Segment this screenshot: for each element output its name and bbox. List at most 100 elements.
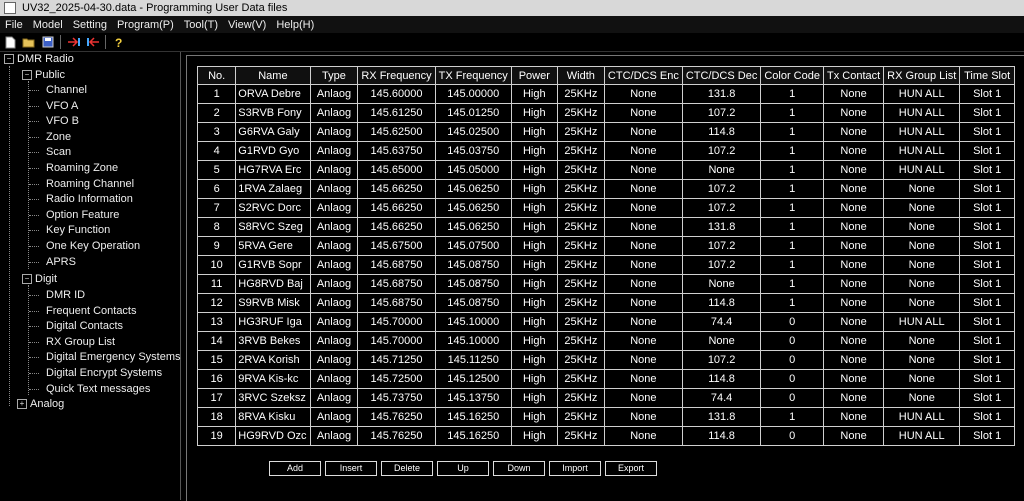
tree-item-digital-contacts[interactable]: Digital Contacts bbox=[46, 319, 123, 334]
table-cell[interactable]: Anlaog bbox=[309, 84, 359, 104]
table-cell[interactable]: 0 bbox=[760, 388, 824, 408]
table-cell[interactable]: 5 bbox=[197, 160, 237, 180]
table-cell[interactable]: 145.76250 bbox=[357, 426, 436, 446]
table-cell[interactable]: 145.03750 bbox=[434, 141, 512, 161]
table-cell[interactable]: 1RVA Zalaeg bbox=[235, 179, 311, 199]
table-cell[interactable]: Anlaog bbox=[309, 217, 359, 237]
table-cell[interactable]: None bbox=[603, 274, 683, 294]
table-cell[interactable]: S2RVC Dorc bbox=[235, 198, 311, 218]
table-cell[interactable]: Slot 1 bbox=[959, 293, 1015, 313]
table-cell[interactable]: Slot 1 bbox=[959, 350, 1015, 370]
table-cell[interactable]: 25KHz bbox=[556, 141, 605, 161]
import-button[interactable]: Import bbox=[549, 461, 601, 476]
table-cell[interactable]: HG8RVD Baj bbox=[235, 274, 311, 294]
table-cell[interactable]: High bbox=[510, 84, 558, 104]
table-cell[interactable]: Anlaog bbox=[309, 122, 359, 142]
table-cell[interactable]: 9RVA Kis-kc bbox=[235, 369, 311, 389]
table-cell[interactable]: HUN ALL bbox=[883, 141, 961, 161]
table-cell[interactable]: 25KHz bbox=[556, 255, 605, 275]
table-cell[interactable]: None bbox=[603, 198, 683, 218]
table-cell[interactable]: 145.00000 bbox=[434, 84, 512, 104]
table-cell[interactable]: 145.08750 bbox=[434, 255, 512, 275]
table-cell[interactable]: 19 bbox=[197, 426, 237, 446]
table-cell[interactable]: Slot 1 bbox=[959, 84, 1015, 104]
table-cell[interactable]: HUN ALL bbox=[883, 122, 961, 142]
table-cell[interactable]: High bbox=[510, 179, 558, 199]
table-cell[interactable]: None bbox=[883, 274, 961, 294]
export-button[interactable]: Export bbox=[605, 461, 657, 476]
table-cell[interactable]: 145.06250 bbox=[434, 198, 512, 218]
table-cell[interactable]: None bbox=[883, 388, 961, 408]
table-row[interactable]: 8 S8RVC Szeg Anlaog 145.66250 145.06250 High 2… bbox=[197, 217, 1015, 237]
table-cell[interactable]: High bbox=[510, 255, 558, 275]
table-cell[interactable]: G6RVA Galy bbox=[235, 122, 311, 142]
table-cell[interactable]: High bbox=[510, 312, 558, 332]
table-cell[interactable]: None bbox=[822, 141, 885, 161]
table-cell[interactable]: 7 bbox=[197, 198, 237, 218]
column-header[interactable]: RX Frequency bbox=[357, 66, 436, 85]
column-header[interactable]: Type bbox=[309, 66, 359, 85]
column-header[interactable]: Color Code bbox=[760, 66, 824, 85]
table-cell[interactable]: None bbox=[822, 331, 885, 351]
table-cell[interactable]: High bbox=[510, 331, 558, 351]
table-cell[interactable]: None bbox=[603, 160, 683, 180]
table-cell[interactable]: Slot 1 bbox=[959, 198, 1015, 218]
table-cell[interactable]: 145.08750 bbox=[434, 293, 512, 313]
table-row[interactable]: 16 9RVA Kis-kc Anlaog 145.72500 145.12500 Hig… bbox=[197, 369, 1015, 389]
table-cell[interactable]: 25KHz bbox=[556, 84, 605, 104]
tree-item-vfo-a[interactable]: VFO A bbox=[46, 99, 78, 114]
delete-button[interactable]: Delete bbox=[381, 461, 433, 476]
table-cell[interactable]: High bbox=[510, 141, 558, 161]
table-cell[interactable]: High bbox=[510, 217, 558, 237]
table-cell[interactable]: 145.11250 bbox=[434, 350, 512, 370]
table-row[interactable]: 15 2RVA Korish Anlaog 145.71250 145.11250 Hig… bbox=[197, 350, 1015, 370]
table-cell[interactable]: None bbox=[822, 274, 885, 294]
table-cell[interactable]: 107.2 bbox=[681, 141, 762, 161]
tree-item-rx-group-list[interactable]: RX Group List bbox=[46, 335, 115, 350]
collapse-icon[interactable]: − bbox=[4, 54, 14, 65]
table-cell[interactable]: 18 bbox=[197, 407, 237, 427]
table-cell[interactable]: None bbox=[603, 312, 683, 332]
table-cell[interactable]: 1 bbox=[197, 84, 237, 104]
table-cell[interactable]: High bbox=[510, 293, 558, 313]
table-cell[interactable]: 74.4 bbox=[681, 388, 762, 408]
table-cell[interactable]: S8RVC Szeg bbox=[235, 217, 311, 237]
table-cell[interactable]: High bbox=[510, 103, 558, 123]
table-cell[interactable]: 145.68750 bbox=[357, 293, 436, 313]
tree-node-public[interactable]: − Public bbox=[22, 68, 65, 83]
table-cell[interactable]: 107.2 bbox=[681, 350, 762, 370]
table-cell[interactable]: Anlaog bbox=[309, 141, 359, 161]
table-cell[interactable]: High bbox=[510, 274, 558, 294]
table-cell[interactable]: 145.62500 bbox=[357, 122, 436, 142]
table-cell[interactable]: None bbox=[883, 236, 961, 256]
table-cell[interactable]: 11 bbox=[197, 274, 237, 294]
table-cell[interactable]: 3 bbox=[197, 122, 237, 142]
table-cell[interactable]: 114.8 bbox=[681, 426, 762, 446]
table-cell[interactable]: None bbox=[822, 236, 885, 256]
table-cell[interactable]: 25KHz bbox=[556, 179, 605, 199]
table-cell[interactable]: Slot 1 bbox=[959, 312, 1015, 332]
table-cell[interactable]: 25KHz bbox=[556, 122, 605, 142]
table-cell[interactable]: 145.66250 bbox=[357, 179, 436, 199]
table-cell[interactable]: 145.01250 bbox=[434, 103, 512, 123]
table-cell[interactable]: 145.10000 bbox=[434, 331, 512, 351]
table-cell[interactable]: High bbox=[510, 426, 558, 446]
table-cell[interactable]: 13 bbox=[197, 312, 237, 332]
table-cell[interactable]: None bbox=[603, 179, 683, 199]
table-cell[interactable]: Slot 1 bbox=[959, 179, 1015, 199]
table-cell[interactable]: 114.8 bbox=[681, 122, 762, 142]
table-cell[interactable]: 9 bbox=[197, 236, 237, 256]
table-row[interactable]: 1 ORVA Debre Anlaog 145.60000 145.00000 High 2… bbox=[197, 84, 1015, 104]
table-cell[interactable]: HG3RUF Iga bbox=[235, 312, 311, 332]
table-cell[interactable]: 25KHz bbox=[556, 103, 605, 123]
table-cell[interactable]: None bbox=[822, 388, 885, 408]
table-row[interactable]: 10 G1RVB Sopr Anlaog 145.68750 145.08750 High… bbox=[197, 255, 1015, 275]
table-cell[interactable]: Slot 1 bbox=[959, 407, 1015, 427]
table-cell[interactable]: High bbox=[510, 350, 558, 370]
table-cell[interactable]: 1 bbox=[760, 179, 824, 199]
table-cell[interactable]: 107.2 bbox=[681, 236, 762, 256]
table-row[interactable]: 13 HG3RUF Iga Anlaog 145.70000 145.10000 High… bbox=[197, 312, 1015, 332]
table-cell[interactable]: Slot 1 bbox=[959, 369, 1015, 389]
table-cell[interactable]: HG7RVA Erc bbox=[235, 160, 311, 180]
table-cell[interactable]: None bbox=[603, 236, 683, 256]
